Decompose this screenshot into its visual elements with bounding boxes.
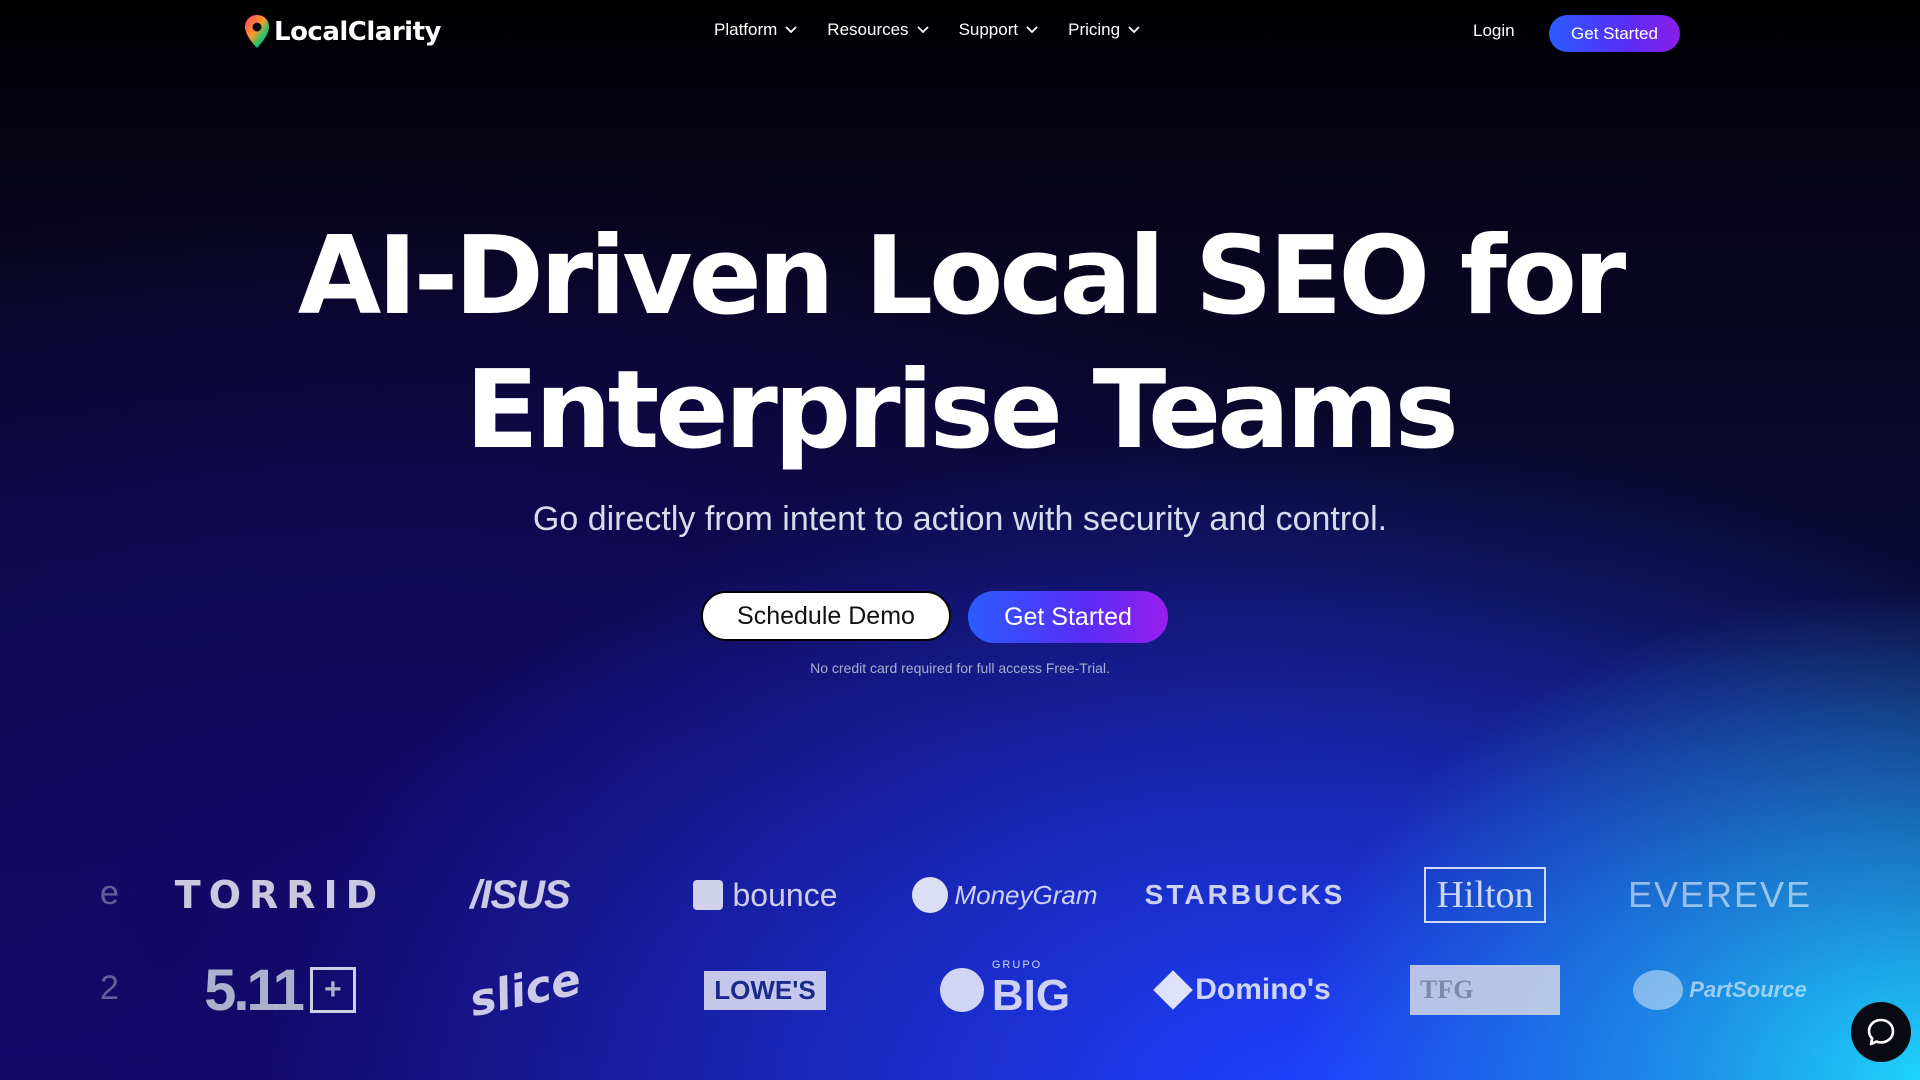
logo-big-wordmark: GRUPO BIG — [991, 958, 1071, 1021]
hero-title-line-1: AI-Driven Local SEO for — [297, 214, 1627, 339]
login-link[interactable]: Login — [1473, 21, 1515, 41]
logo-tfg-text: TFG — [1410, 965, 1560, 1015]
menu-label: Pricing — [1068, 20, 1121, 39]
menu-platform[interactable]: Platform — [714, 20, 797, 40]
chevron-down-icon — [1128, 26, 1140, 34]
chevron-down-icon — [916, 26, 929, 34]
moneygram-mark-icon — [912, 877, 949, 913]
hero-title-line-2: Enterprise Teams — [465, 348, 1459, 473]
chevron-down-icon — [1026, 26, 1038, 34]
logo-row-2: 2 5.11 + slice LOWE'S GRUPO BIG Domino's… — [100, 953, 1820, 1026]
menu-label: Platform — [714, 20, 778, 39]
logo-dominos-text: Domino's — [1195, 973, 1331, 1006]
logo-row-1: e TORRID /ISUS bounce MoneyGram STARBUCK… — [100, 860, 1820, 930]
logo-big-small: GRUPO — [991, 958, 1043, 971]
chat-launcher-button[interactable] — [1851, 1002, 1911, 1062]
grupo-big-mark-icon — [939, 968, 984, 1012]
logo-bounce: bounce — [665, 860, 865, 930]
logo-bounce-text: bounce — [732, 876, 838, 913]
nav-get-started-button[interactable]: Get Started — [1549, 15, 1680, 52]
logo-starbucks: STARBUCKS — [1144, 879, 1346, 910]
logo-slice: slice — [464, 953, 586, 1027]
logo-asus: /ISUS — [470, 872, 570, 917]
logo-511-text: 5.11 — [204, 957, 305, 1023]
menu-resources[interactable]: Resources — [827, 20, 929, 40]
checkered-flag-icon — [1633, 970, 1684, 1010]
logo-moneygram: MoneyGram — [905, 860, 1105, 930]
hero-title: AI-Driven Local SEO for Enterprise Teams — [0, 210, 1920, 478]
logo-tfg: TFG — [1385, 955, 1585, 1025]
chevron-down-icon — [785, 26, 797, 34]
logo-torrid: TORRID — [174, 873, 386, 917]
logo-511: 5.11 + — [180, 955, 380, 1025]
hero-get-started-button[interactable]: Get Started — [968, 591, 1168, 643]
logo-big-text: BIG — [991, 970, 1071, 1020]
logo-dominos: Domino's — [1145, 955, 1345, 1025]
hero-subtitle: Go directly from intent to action with s… — [532, 500, 1388, 538]
brand-name: LocalClarity — [274, 17, 441, 47]
chat-bubble-icon — [1867, 1018, 1895, 1046]
logo-grupo-big: GRUPO BIG — [905, 955, 1105, 1025]
map-pin-icon — [245, 15, 269, 48]
logo-partsource-text: PartSource — [1689, 977, 1807, 1002]
menu-label: Support — [958, 20, 1019, 39]
logo-partsource: PartSource — [1620, 955, 1820, 1025]
logo-moneygram-text: MoneyGram — [954, 879, 1098, 910]
domino-tile-icon — [1153, 970, 1194, 1010]
top-nav: LocalClarity Platform Resources Support … — [0, 0, 1920, 66]
logo-hilton-text: Hilton — [1424, 867, 1546, 923]
bounce-mark-icon — [692, 880, 723, 910]
main-menu: Platform Resources Support Pricing — [714, 20, 1140, 40]
plus-box-icon: + — [309, 967, 356, 1013]
brand-logo[interactable]: LocalClarity — [244, 14, 441, 50]
partial-logo: 2 — [100, 969, 119, 1007]
menu-pricing[interactable]: Pricing — [1068, 20, 1140, 40]
menu-label: Resources — [827, 20, 909, 39]
logo-hilton: Hilton — [1385, 860, 1585, 930]
partial-logo: e — [100, 874, 119, 912]
menu-support[interactable]: Support — [959, 20, 1039, 40]
logo-lowes-text: LOWE'S — [704, 970, 826, 1010]
logo-lowes: LOWE'S — [665, 955, 865, 1025]
free-trial-note: No credit card required for full access … — [810, 660, 1110, 676]
schedule-demo-button[interactable]: Schedule Demo — [701, 591, 951, 641]
logo-evereve: EVEREVE — [1627, 874, 1813, 915]
customer-logo-strip: e TORRID /ISUS bounce MoneyGram STARBUCK… — [100, 860, 1820, 1060]
